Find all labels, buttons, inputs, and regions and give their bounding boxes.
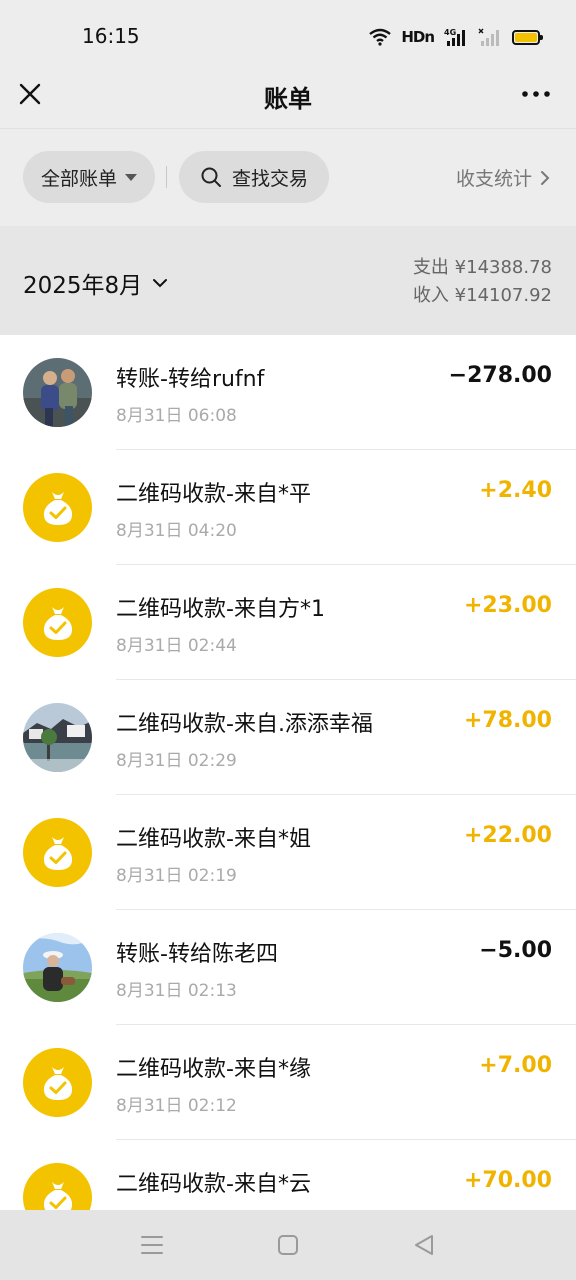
list-item[interactable]: 二维码收款-来自*云 +70.00	[0, 1140, 576, 1210]
status-icons: HDn 4G	[369, 24, 543, 50]
transaction-date: 8月31日 02:12	[116, 1096, 237, 1116]
income-total: 收入 ¥14107.92	[412, 285, 552, 306]
list-item[interactable]: 二维码收款-来自*姐 8月31日 02:19 +22.00	[0, 795, 576, 910]
transaction-date: 8月31日 02:19	[116, 866, 237, 886]
wifi-icon	[369, 28, 392, 46]
avatar	[23, 703, 92, 772]
transaction-list: 转账-转给rufnf 8月31日 06:08 −278.00 二维码收款-来自*…	[0, 335, 576, 1210]
transaction-amount: −278.00	[448, 363, 552, 388]
search-icon	[201, 167, 221, 187]
money-bag-icon	[43, 606, 72, 640]
transaction-amount: +22.00	[463, 823, 552, 848]
transaction-date: 8月31日 02:29	[116, 751, 237, 771]
transaction-title: 二维码收款-来自方*1	[116, 597, 325, 622]
avatar	[23, 1048, 92, 1117]
avatar	[23, 1163, 92, 1210]
list-item[interactable]: 转账-转给rufnf 8月31日 06:08 −278.00	[0, 335, 576, 450]
chevron-down-icon	[153, 279, 168, 288]
list-item[interactable]: 二维码收款-来自方*1 8月31日 02:44 +23.00	[0, 565, 576, 680]
transaction-title: 二维码收款-来自.添添幸福	[116, 712, 373, 737]
chevron-right-icon	[541, 170, 550, 185]
avatar	[23, 933, 92, 1002]
title-bar: 账单	[0, 60, 576, 128]
page-title: 账单	[264, 85, 312, 113]
caret-down-icon	[125, 173, 137, 181]
transaction-title: 转账-转给陈老四	[116, 942, 278, 967]
all-bills-label: 全部账单	[40, 167, 117, 190]
transaction-date: 8月31日 02:13	[116, 981, 237, 1001]
svg-text:4G: 4G	[444, 28, 456, 37]
system-nav-bar	[0, 1210, 576, 1280]
month-label: 2025年8月	[23, 273, 143, 299]
avatar	[23, 473, 92, 542]
transaction-date: 8月31日 06:08	[116, 406, 237, 426]
home-icon[interactable]	[274, 1232, 302, 1258]
transaction-amount: +78.00	[463, 708, 552, 733]
battery-icon	[512, 29, 543, 45]
search-transactions-label: 查找交易	[231, 167, 308, 190]
list-item[interactable]: 转账-转给陈老四 8月31日 02:13 −5.00	[0, 910, 576, 1025]
search-transactions-button[interactable]: 查找交易	[179, 151, 329, 203]
transaction-amount: +7.00	[479, 1053, 552, 1078]
all-bills-filter[interactable]: 全部账单	[23, 151, 155, 203]
money-bag-icon	[43, 1181, 72, 1210]
transaction-date: 8月31日 02:44	[116, 636, 237, 656]
filter-row: 全部账单 查找交易 收支统计	[0, 130, 576, 226]
transaction-title: 二维码收款-来自*姐	[116, 827, 311, 852]
divider	[0, 128, 576, 129]
month-header: 2025年8月 支出 ¥14388.78 收入 ¥14107.92	[0, 226, 576, 335]
list-item[interactable]: 二维码收款-来自*平 8月31日 04:20 +2.40	[0, 450, 576, 565]
money-bag-icon	[43, 836, 72, 870]
hd-indicator: HDn	[401, 28, 435, 46]
transaction-amount: −5.00	[479, 938, 552, 963]
back-icon[interactable]	[410, 1232, 438, 1258]
list-item[interactable]: 二维码收款-来自*缘 8月31日 02:12 +7.00	[0, 1025, 576, 1140]
money-bag-icon	[43, 1066, 72, 1100]
menu-icon[interactable]	[138, 1232, 166, 1258]
avatar	[23, 588, 92, 657]
avatar	[23, 818, 92, 887]
divider	[166, 166, 167, 188]
money-bag-icon	[43, 491, 72, 525]
transaction-title: 二维码收款-来自*云	[116, 1172, 311, 1197]
month-selector[interactable]: 2025年8月	[23, 266, 168, 300]
month-summary: 支出 ¥14388.78 收入 ¥14107.92	[413, 254, 552, 310]
signal-weak-icon	[478, 28, 499, 46]
avatar	[23, 358, 92, 427]
transaction-title: 二维码收款-来自*平	[116, 482, 311, 507]
transaction-date: 8月31日 04:20	[116, 521, 237, 541]
expense-total: 支出 ¥14388.78	[412, 257, 552, 278]
signal-icon: 4G	[444, 28, 465, 46]
transaction-amount: +70.00	[463, 1168, 552, 1193]
stats-label: 收支统计	[455, 168, 532, 190]
transaction-title: 二维码收款-来自*缘	[116, 1057, 311, 1082]
status-time: 16:15	[82, 24, 140, 48]
transaction-title: 转账-转给rufnf	[116, 367, 265, 392]
list-item[interactable]: 二维码收款-来自.添添幸福 8月31日 02:29 +78.00	[0, 680, 576, 795]
transaction-amount: +23.00	[463, 593, 552, 618]
more-icon[interactable]	[520, 80, 552, 108]
transaction-amount: +2.40	[479, 478, 552, 503]
income-expense-stats-link[interactable]: 收支统计	[456, 164, 550, 191]
